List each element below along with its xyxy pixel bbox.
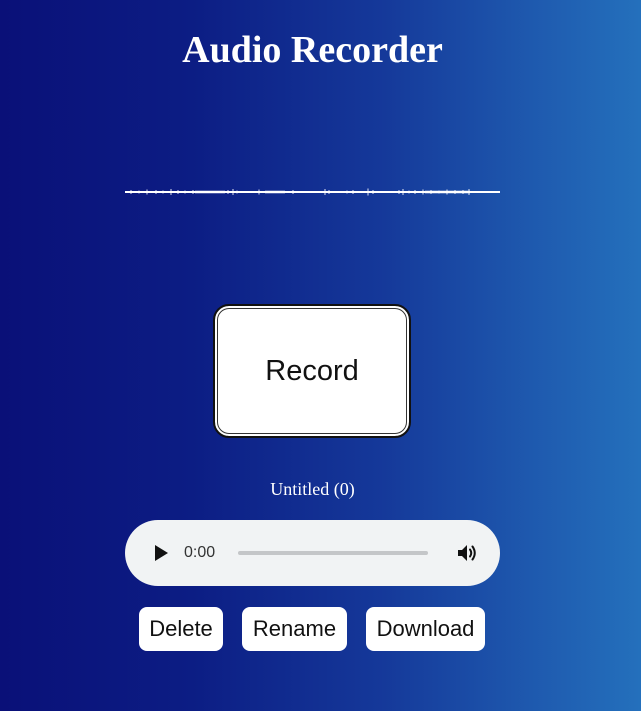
record-button[interactable]: Record bbox=[213, 304, 411, 438]
volume-icon[interactable] bbox=[457, 543, 477, 563]
waveform-visualizer bbox=[125, 188, 500, 196]
recording-title: Untitled (0) bbox=[270, 479, 355, 499]
delete-button[interactable]: Delete bbox=[139, 607, 223, 651]
play-icon[interactable] bbox=[153, 544, 169, 562]
download-button[interactable]: Download bbox=[366, 607, 485, 651]
rename-button[interactable]: Rename bbox=[242, 607, 347, 651]
seek-slider[interactable] bbox=[238, 551, 428, 555]
page-title: Audio Recorder bbox=[182, 29, 443, 71]
time-readout: 0:00 bbox=[184, 544, 216, 561]
audio-player[interactable]: 0:00 bbox=[125, 520, 500, 586]
